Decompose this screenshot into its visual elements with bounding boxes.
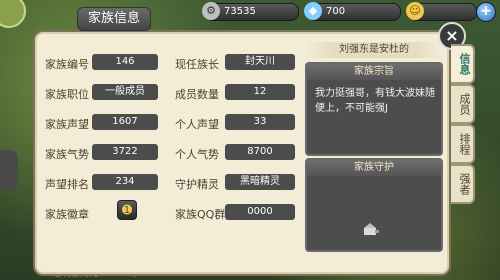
guardian-value: 黑暗精灵 [225,174,295,190]
momentum-value: 3722 [92,144,158,160]
family-emblem-icon[interactable]: ➊ [117,200,137,220]
tab-members[interactable]: 成员 [451,84,475,124]
owner-banner: 刘强东是安杜的 [305,42,443,58]
tab-ranking[interactable]: 排程 [451,124,475,164]
player-avatar[interactable] [0,0,26,28]
position-value: 一般成员 [92,84,158,100]
motto-text: 我力挺强哥，有钱大波妹随便上，不可能强J [315,88,435,114]
currency-bar: ⚙ 73535 ◆ 700 ☺ + [195,0,500,22]
qq-group-value: 0000 [225,204,295,220]
family-id-value: 146 [92,54,158,70]
recharge-plus-button[interactable]: + [476,2,496,22]
tab-strongest[interactable]: 强者 [451,164,475,204]
gold-face-icon: ☺ [406,2,424,20]
gold-counter: ☺ [406,2,477,21]
leader-value: 封天川 [225,54,295,70]
emblem-label: 家族徽章 [45,208,89,221]
left-side-handle[interactable] [0,150,18,190]
silver-value: 73535 [224,6,256,17]
silver-counter: ⚙ 73535 [202,2,299,21]
family-motto-box: 家族宗旨 我力挺强哥，有钱大波妹随便上，不可能强J [305,62,443,156]
prestige-value: 1607 [92,114,158,130]
rank-value: 234 [92,174,158,190]
members-value: 12 [225,84,295,100]
personal-momentum-value: 8700 [225,144,295,160]
crystal-icon: ◆ [304,2,322,20]
crystal-value: 700 [326,6,346,17]
tab-info[interactable]: 信息 [451,44,475,84]
personal-prestige-value: 33 [225,114,295,130]
motto-header: 家族宗旨 [307,64,441,80]
family-guard-box: 家族守护 [305,158,443,252]
guard-creature-icon [364,223,379,235]
guard-header: 家族守护 [307,160,441,176]
panel-title: 家族信息 [77,7,151,31]
silver-coin-icon: ⚙ [202,2,220,20]
crystal-counter: ◆ 700 [304,2,401,21]
